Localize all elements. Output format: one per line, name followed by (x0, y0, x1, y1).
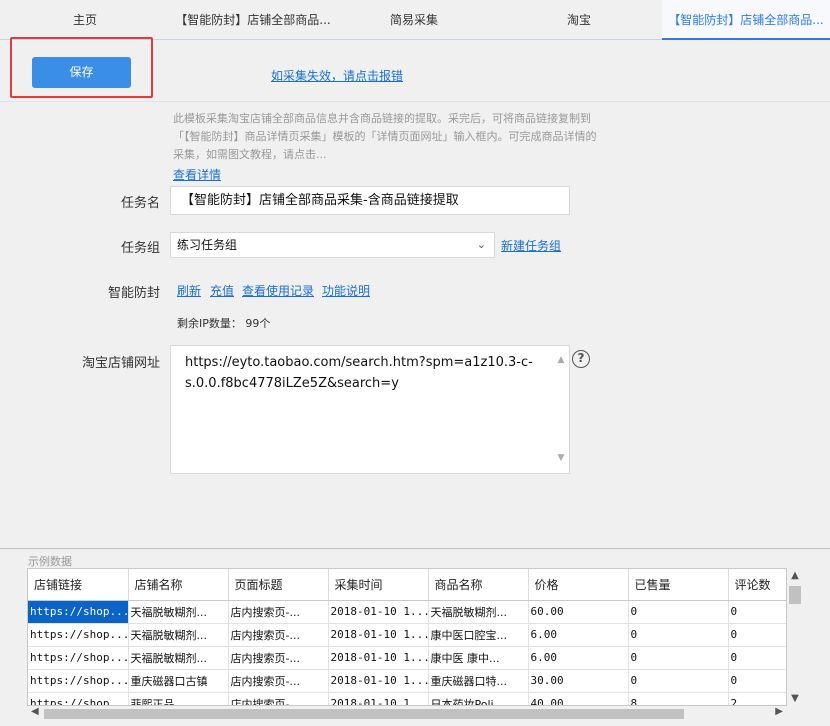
refresh-link[interactable]: 刷新 (177, 282, 201, 299)
table-row[interactable]: https://shop... 重庆磁器口古镇 店内搜索页-... 2018-0… (28, 669, 786, 693)
shop-url-value: https://eyto.taobao.com/search.htm?spm=a… (185, 355, 533, 391)
table-cell[interactable]: 0 (728, 623, 786, 647)
tab-shop-all-products[interactable]: 【智能防封】店铺全部商品... (168, 0, 338, 40)
table-cell[interactable]: 0 (628, 646, 729, 670)
task-name-input[interactable]: 【智能防封】店铺全部商品采集-含商品链接提取 (170, 186, 570, 215)
table-cell[interactable]: 康中医口腔宝... (428, 623, 529, 647)
scroll-thumb[interactable] (789, 586, 801, 604)
table-horizontal-scrollbar[interactable]: ◀ ▶ (27, 706, 787, 722)
table-cell[interactable]: 30.00 (528, 669, 629, 693)
table-row[interactable]: https://shop... 天福脱敏糊剂... 店内搜索页-... 2018… (28, 623, 786, 647)
table-cell[interactable]: 0 (728, 669, 786, 693)
column-header[interactable]: 店铺链接 (28, 569, 129, 601)
table-cell[interactable]: 2018-01-10 1... (328, 646, 429, 670)
table-cell[interactable]: 0 (628, 623, 729, 647)
table-cell[interactable]: 店内搜索页-... (228, 692, 329, 705)
table-row[interactable]: https://shop... 天福脱敏糊剂... 店内搜索页-... 2018… (28, 600, 786, 624)
scroll-thumb[interactable] (44, 709, 684, 719)
tab-active-shop-all-products[interactable]: 【智能防封】店铺全部商品... (662, 0, 830, 40)
scroll-up-icon[interactable]: ▲ (787, 570, 803, 581)
table-row[interactable]: https://shop... 菲熙正品 店内搜索页-... 2018-01-1… (28, 692, 786, 705)
scroll-up-icon[interactable]: ▲ (555, 350, 567, 371)
shop-url-label: 淘宝店铺网址 (81, 356, 160, 371)
table-cell[interactable]: 2018-01-10 1... (328, 692, 429, 705)
table-cell[interactable]: 店内搜索页-... (228, 646, 329, 670)
usage-records-link[interactable]: 查看使用记录 (242, 282, 314, 299)
sample-divider (0, 548, 830, 549)
column-header[interactable]: 采集时间 (328, 569, 429, 601)
column-header[interactable]: 商品名称 (428, 569, 529, 601)
table-header-row: 店铺链接 店铺名称 页面标题 采集时间 商品名称 价格 已售量 评论数 (28, 569, 786, 601)
scroll-right-icon[interactable]: ▶ (775, 706, 783, 717)
table-cell[interactable]: 0 (728, 646, 786, 670)
recharge-link[interactable]: 充值 (210, 282, 234, 299)
feature-help-link[interactable]: 功能说明 (322, 282, 370, 299)
table-cell[interactable]: https://shop... (28, 669, 129, 693)
table-cell[interactable]: 天福脱敏糊剂... (128, 600, 229, 624)
anti-block-label: 智能防封 (107, 286, 160, 301)
table-cell[interactable]: 2018-01-10 1... (328, 623, 429, 647)
table-cell[interactable]: 天福脱敏糊剂... (128, 623, 229, 647)
column-header[interactable]: 店铺名称 (128, 569, 229, 601)
chevron-down-icon: ⌄ (476, 238, 486, 251)
divider (0, 101, 830, 102)
table-cell[interactable]: 0 (628, 600, 729, 624)
task-name-label: 任务名 (120, 196, 160, 211)
table-cell[interactable]: 2 (728, 692, 786, 705)
table-cell[interactable]: https://shop... (28, 646, 129, 670)
table-cell[interactable]: 店内搜索页-... (228, 600, 329, 624)
shop-url-textarea[interactable]: https://eyto.taobao.com/search.htm?spm=a… (170, 345, 570, 474)
table-cell[interactable]: 重庆磁器口特... (428, 669, 529, 693)
table-cell[interactable]: https://shop... (28, 623, 129, 647)
view-details-link[interactable]: 查看详情 (173, 166, 221, 183)
sample-data-title: 示例数据 (28, 555, 72, 568)
new-task-group-link[interactable]: 新建任务组 (501, 237, 561, 254)
table-cell[interactable]: 40.00 (528, 692, 629, 705)
table-row[interactable]: https://shop... 天福脱敏糊剂... 店内搜索页-... 2018… (28, 646, 786, 670)
table-cell[interactable]: 8 (628, 692, 729, 705)
table-cell[interactable]: 0 (628, 669, 729, 693)
table-cell[interactable]: 2018-01-10 1... (328, 669, 429, 693)
report-error-link[interactable]: 如采集失效，请点击报错 (271, 67, 403, 84)
ip-remaining-text: 剩余IP数量： 99个 (177, 317, 271, 330)
task-group-select[interactable]: 练习任务组 ⌄ (170, 232, 495, 258)
table-vertical-scrollbar[interactable]: ▲ ▼ (787, 568, 803, 706)
table-cell[interactable]: 6.00 (528, 623, 629, 647)
table-cell[interactable]: 0 (728, 600, 786, 624)
tab-bar: 主页 【智能防封】店铺全部商品... 简易采集 淘宝 【智能防封】店铺全部商品.… (0, 0, 830, 40)
textarea-scrollbar[interactable]: ▲ ▼ (555, 350, 567, 469)
table-cell[interactable]: 店内搜索页-... (228, 623, 329, 647)
table-cell[interactable]: 菲熙正品 (128, 692, 229, 705)
table-cell[interactable]: 6.00 (528, 646, 629, 670)
sample-data-table[interactable]: 店铺链接 店铺名称 页面标题 采集时间 商品名称 价格 已售量 评论数 http… (27, 568, 787, 706)
table-cell[interactable]: https://shop... (28, 692, 129, 705)
template-description: 此模板采集淘宝店铺全部商品信息并含商品链接的提取。采完后，可将商品链接复制到「【… (173, 112, 597, 161)
tab-taobao[interactable]: 淘宝 (520, 0, 638, 40)
table-cell[interactable]: 日本药妆Poli... (428, 692, 529, 705)
scroll-down-icon[interactable]: ▼ (555, 448, 567, 469)
scroll-down-icon[interactable]: ▼ (787, 693, 803, 704)
save-button[interactable]: 保存 (32, 57, 131, 88)
column-header[interactable]: 已售量 (628, 569, 729, 601)
task-group-value: 练习任务组 (177, 238, 238, 252)
column-header[interactable]: 评论数 (728, 569, 786, 601)
tab-simple-collect[interactable]: 简易采集 (355, 0, 473, 40)
scroll-left-icon[interactable]: ◀ (31, 706, 39, 717)
task-group-label: 任务组 (120, 241, 160, 256)
table-cell[interactable]: 康中医 康中... (428, 646, 529, 670)
table-cell[interactable]: 60.00 (528, 600, 629, 624)
table-cell[interactable]: https://shop... (28, 600, 129, 624)
table-cell[interactable]: 店内搜索页-... (228, 669, 329, 693)
table-cell[interactable]: 2018-01-10 1... (328, 600, 429, 624)
table-cell[interactable]: 天福脱敏糊剂... (428, 600, 529, 624)
table-cell[interactable]: 天福脱敏糊剂... (128, 646, 229, 670)
column-header[interactable]: 价格 (528, 569, 629, 601)
table-cell[interactable]: 重庆磁器口古镇 (128, 669, 229, 693)
tab-home[interactable]: 主页 (30, 0, 140, 40)
help-icon[interactable]: ? (572, 350, 590, 368)
column-header[interactable]: 页面标题 (228, 569, 329, 601)
